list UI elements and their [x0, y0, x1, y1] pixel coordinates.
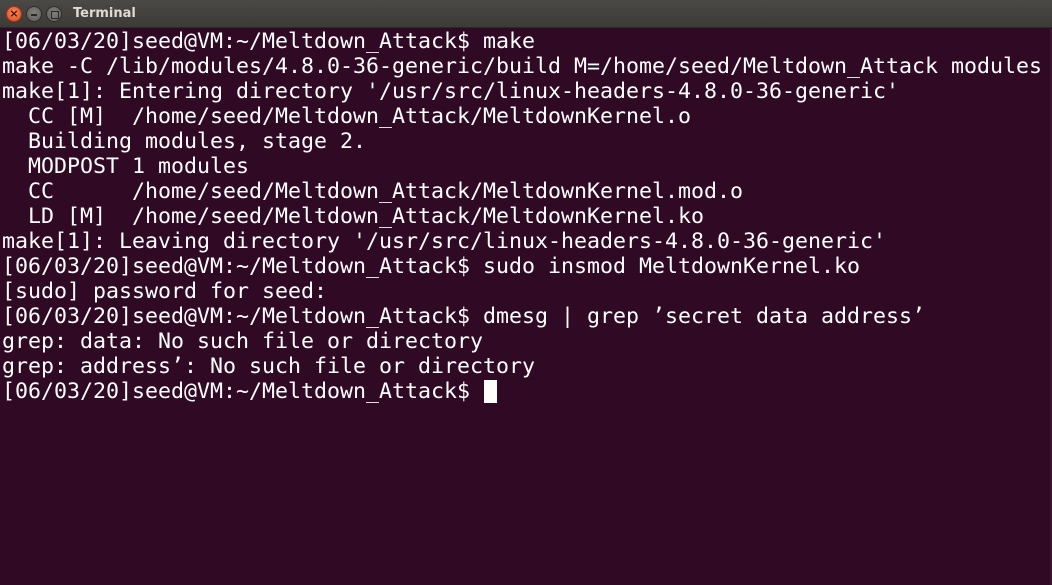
terminal-line: [06/03/20]seed@VM:~/Meltdown_Attack$ dme… — [2, 304, 926, 329]
terminal-line: [06/03/20]seed@VM:~/Meltdown_Attack$ sud… — [2, 254, 861, 279]
maximize-button[interactable] — [46, 6, 62, 22]
terminal-line: grep: data: No such file or directory — [2, 329, 484, 354]
terminal-window: × Terminal [06/03/20]seed@VM:~/Meltdown_… — [0, 0, 1052, 585]
terminal-prompt-line[interactable]: [06/03/20]seed@VM:~/Meltdown_Attack$ — [2, 379, 1042, 404]
terminal-line: make[1]: Leaving directory '/usr/src/lin… — [2, 229, 887, 254]
close-icon: × — [9, 7, 19, 20]
close-button[interactable]: × — [6, 6, 22, 22]
maximize-icon — [51, 11, 59, 19]
terminal-line: grep: address’: No such file or director… — [2, 354, 536, 379]
minimize-button[interactable] — [26, 6, 42, 22]
window-title: Terminal — [73, 6, 136, 21]
terminal-line: CC /home/seed/Meltdown_Attack/MeltdownKe… — [2, 179, 744, 204]
terminal-line: Building modules, stage 2. — [2, 129, 367, 154]
terminal-line: MODPOST 1 modules — [2, 154, 250, 179]
terminal-line: [06/03/20]seed@VM:~/Meltdown_Attack$ mak… — [2, 29, 536, 54]
terminal-prompt: [06/03/20]seed@VM:~/Meltdown_Attack$ — [2, 379, 484, 404]
minimize-icon — [31, 14, 37, 16]
title-bar[interactable]: × Terminal — [0, 0, 1052, 28]
text-cursor — [484, 380, 498, 403]
terminal-lines: [06/03/20]seed@VM:~/Meltdown_Attack$ mak… — [2, 29, 1042, 404]
terminal-output-area[interactable]: [06/03/20]seed@VM:~/Meltdown_Attack$ mak… — [0, 29, 1052, 585]
terminal-line: CC [M] /home/seed/Meltdown_Attack/Meltdo… — [2, 104, 692, 129]
terminal-line: [sudo] password for seed: — [2, 279, 341, 304]
terminal-line: LD [M] /home/seed/Meltdown_Attack/Meltdo… — [2, 204, 705, 229]
terminal-line: make[1]: Entering directory '/usr/src/li… — [2, 79, 900, 104]
terminal-line: make -C /lib/modules/4.8.0-36-generic/bu… — [2, 54, 1043, 79]
